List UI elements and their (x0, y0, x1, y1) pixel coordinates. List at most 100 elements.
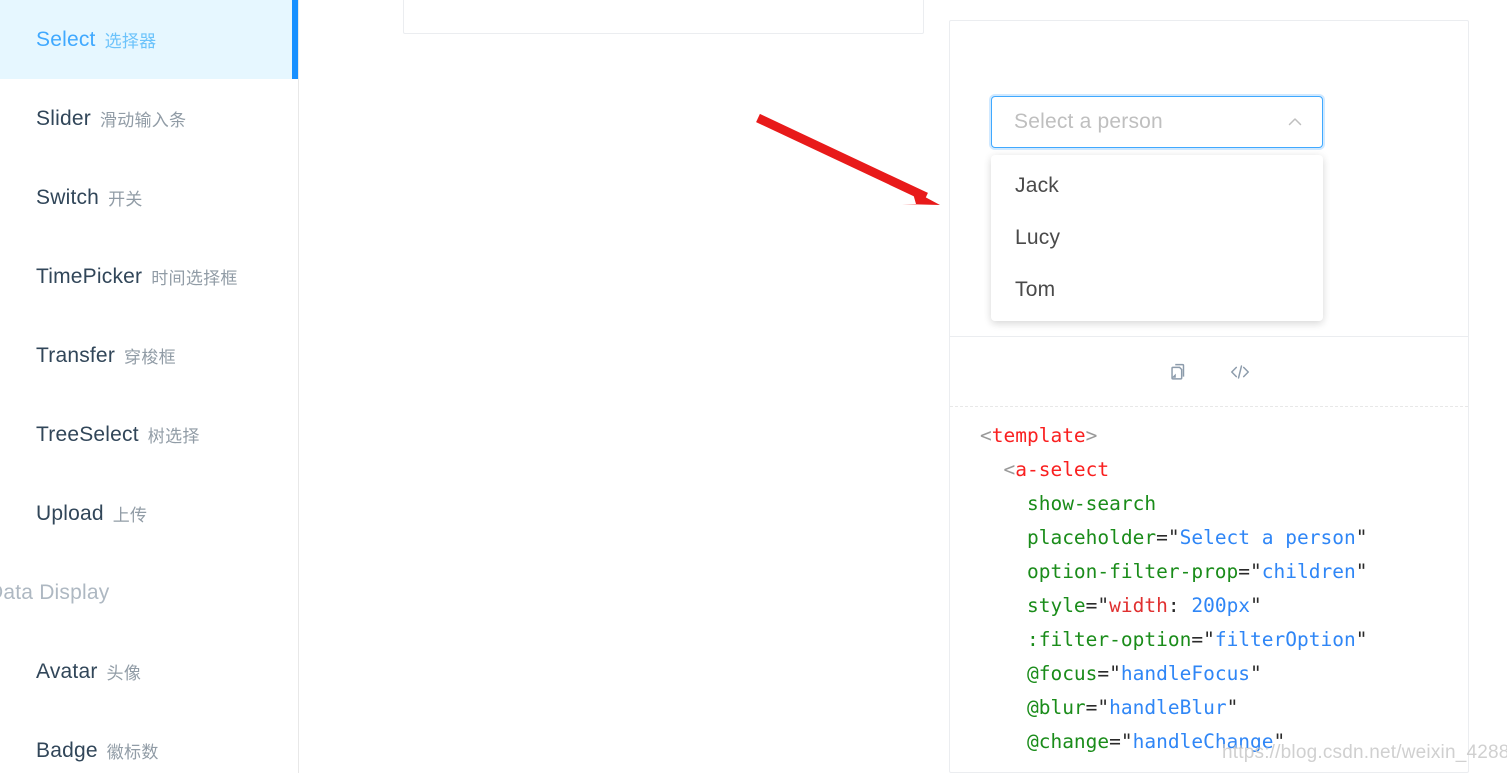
code-token-str: Select a person (1179, 526, 1356, 549)
sidebar-item-label-en: Transfer (36, 343, 116, 367)
sidebar-item-label-en: Switch (36, 185, 100, 209)
code-token-punct: < (1003, 458, 1016, 481)
code-token-quote: " (1355, 526, 1368, 549)
code-token-eq: =" (1085, 594, 1110, 617)
code-token-quote: " (1355, 560, 1368, 583)
code-token-str: handleBlur (1109, 696, 1227, 719)
sidebar-item-switch[interactable]: Switch 开关 (0, 158, 298, 237)
select-option-jack[interactable]: Jack (991, 160, 1323, 212)
code-token-indent (980, 560, 1027, 583)
copy-icon[interactable] (1165, 359, 1191, 385)
code-line: @blur="handleBlur" (950, 691, 1468, 725)
sidebar-active-indicator (292, 0, 298, 79)
code-token-indent (980, 458, 1003, 481)
code-snippet: <template> <a-select show-search placeho… (950, 407, 1468, 759)
code-token-eq: : (1167, 594, 1192, 617)
sidebar-item-transfer[interactable]: Transfer 穿梭框 (0, 316, 298, 395)
sidebar-item-label-zh: 徽标数 (106, 743, 159, 762)
sidebar-item-select[interactable]: Select 选择器 (0, 0, 298, 79)
red-arrow-icon (756, 113, 940, 205)
demo-actions-right (950, 337, 1468, 407)
code-token-attr: placeholder (1026, 526, 1157, 549)
code-token-attr: @focus (1026, 662, 1098, 685)
code-token-indent (980, 662, 1027, 685)
sidebar-group-data-display: Data Display (0, 553, 298, 632)
code-token-quote: " (1355, 628, 1368, 651)
code-token-indent (980, 594, 1027, 617)
page-root: Select 选择器 Slider 滑动输入条 Switch 开关 TimePicker 时间… (0, 0, 1507, 773)
sidebar-item-label-zh: 穿梭框 (124, 348, 176, 367)
code-line: @focus="handleFocus" (950, 657, 1468, 691)
sidebar-item-badge[interactable]: Badge 徽标数 (0, 711, 298, 773)
code-line: @change="handleChange" (950, 725, 1468, 759)
code-line: style="width: 200px" (950, 589, 1468, 623)
demo-card-upper (403, 0, 924, 34)
sidebar-item-label-zh: 上传 (112, 506, 148, 525)
sidebar-item-treeselect[interactable]: TreeSelect 树选择 (0, 395, 298, 474)
code-token-tag: template (991, 424, 1086, 447)
code-token-tag: a-select (1015, 458, 1110, 481)
annotation-arrow (740, 100, 960, 220)
sidebar-item-upload[interactable]: Upload 上传 (0, 474, 298, 553)
code-token-quote: " (1226, 696, 1239, 719)
code-token-eq: =" (1085, 696, 1110, 719)
select-placeholder: Select a person (1014, 110, 1163, 133)
select-option-tom[interactable]: Tom (991, 264, 1323, 316)
select-input-box[interactable]: Select a person (991, 96, 1323, 148)
sidebar-group-label: Data Display (0, 580, 110, 604)
sidebar-item-label-zh: 开关 (108, 190, 143, 209)
sidebar-item-label-zh: 滑动输入条 (99, 111, 187, 130)
sidebar-item-label-en: Slider (36, 106, 91, 130)
code-token-punct: > (1085, 424, 1098, 447)
code-token-indent (980, 696, 1027, 719)
sidebar-item-label-en: Upload (36, 501, 104, 525)
code-token-str: handleFocus (1120, 662, 1251, 685)
code-token-quote: " (1250, 662, 1262, 685)
sidebar-item-label-en: Avatar (36, 659, 98, 683)
demo-preview-area: Select a person Jack Lucy Tom (950, 21, 1468, 337)
code-token-eq: =" (1191, 628, 1215, 651)
select-option-lucy[interactable]: Lucy (991, 212, 1323, 264)
code-token-quote: " (1250, 594, 1262, 617)
code-token-attr: :filter-option (1026, 628, 1192, 651)
sidebar-item-slider[interactable]: Slider 滑动输入条 (0, 79, 298, 158)
code-token-quote: " (1273, 730, 1286, 753)
code-brackets-icon[interactable] (1227, 359, 1253, 385)
code-line: :filter-option="filterOption" (950, 623, 1468, 657)
sidebar-item-label-zh: 选择器 (104, 32, 157, 51)
sidebar-item-timepicker[interactable]: TimePicker 时间选择框 (0, 237, 298, 316)
select-component: Select a person Jack Lucy Tom (991, 96, 1323, 321)
code-token-str: handleChange (1132, 730, 1274, 753)
sidebar-item-label-en: TimePicker (36, 264, 143, 288)
chevron-up-icon[interactable] (1282, 109, 1308, 135)
code-token-punct: < (980, 424, 992, 447)
code-token-str: filterOption (1214, 628, 1356, 651)
code-token-indent (980, 492, 1027, 515)
sidebar-item-label-zh: 头像 (106, 664, 142, 683)
code-token-cssprop: width (1109, 594, 1168, 617)
code-token-attr: show-search (1026, 492, 1157, 515)
sidebar-item-label-zh: 时间选择框 (151, 269, 238, 288)
sidebar-item-label-en: Badge (36, 738, 98, 762)
code-line: placeholder="Select a person" (950, 521, 1468, 555)
sidebar-item-label-en: Select (36, 27, 96, 51)
code-token-attr: option-filter-prop (1026, 560, 1239, 583)
code-token-str: children (1261, 560, 1356, 583)
code-token-attr: style (1026, 594, 1086, 617)
code-token-eq: =" (1238, 560, 1262, 583)
sidebar-item-avatar[interactable]: Avatar 头像 (0, 632, 298, 711)
code-token-attr: @change (1026, 730, 1110, 753)
code-token-cssval: 200px (1191, 594, 1251, 617)
select-dropdown: Jack Lucy Tom (991, 155, 1323, 321)
code-token-indent (980, 730, 1027, 753)
code-token-indent (980, 526, 1027, 549)
code-line: show-search (950, 487, 1468, 521)
code-token-attr: @blur (1026, 696, 1086, 719)
code-line: <template> (950, 419, 1468, 453)
sidebar-nav: Select 选择器 Slider 滑动输入条 Switch 开关 TimePicker 时间… (0, 0, 299, 773)
sidebar-item-label-zh: 树选择 (147, 427, 200, 446)
code-token-indent (980, 628, 1027, 651)
code-token-eq: =" (1109, 730, 1133, 753)
code-line: option-filter-prop="children" (950, 555, 1468, 589)
demo-card-select: Select a person Jack Lucy Tom <template>… (949, 20, 1469, 773)
